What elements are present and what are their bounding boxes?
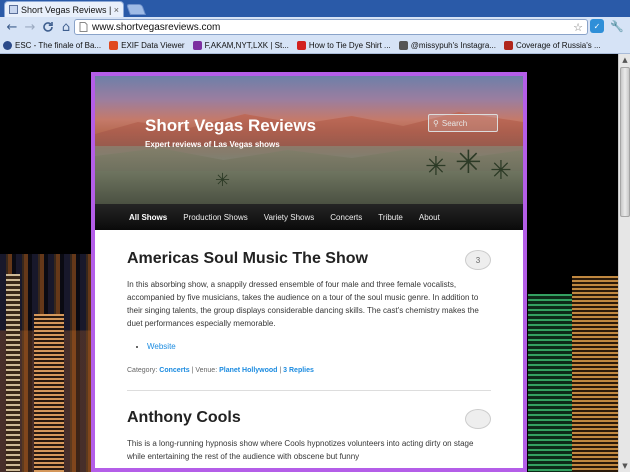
main-content: Americas Soul Music The Show 3 In this a… bbox=[95, 230, 523, 463]
nav-all-shows[interactable]: All Shows bbox=[121, 204, 175, 230]
joshua-tree-icon: ✳ bbox=[215, 170, 231, 191]
address-bar[interactable]: www.shortvegasreviews.com ☆ bbox=[74, 19, 588, 35]
post-article: Americas Soul Music The Show 3 In this a… bbox=[127, 250, 491, 391]
extension-icon[interactable]: ✓ bbox=[590, 19, 604, 33]
bookmark-item[interactable]: How to Tie Dye Shirt ... bbox=[296, 40, 391, 50]
tab-title: Short Vegas Reviews | Expert bbox=[21, 4, 111, 15]
venue-link[interactable]: Planet Hollywood bbox=[219, 367, 277, 374]
post-excerpt: This is a long-running hypnosis show whe… bbox=[127, 439, 474, 461]
nav-concerts[interactable]: Concerts bbox=[322, 204, 370, 230]
joshua-tree-icon: ✳ bbox=[455, 143, 482, 181]
tab-close-icon[interactable]: × bbox=[114, 5, 119, 15]
youtube-icon bbox=[296, 40, 306, 50]
search-icon: ⚲ bbox=[433, 118, 439, 128]
page-scrollbar[interactable]: ▲ ▼ bbox=[618, 54, 630, 472]
bookmark-item[interactable]: EXIF Data Viewer bbox=[109, 40, 185, 50]
background-city-image bbox=[0, 254, 92, 472]
comment-count-bubble[interactable] bbox=[465, 409, 491, 429]
home-icon[interactable]: ⌂ bbox=[58, 19, 74, 35]
bookmark-star-icon[interactable]: ☆ bbox=[573, 21, 583, 34]
joshua-tree-icon: ✳ bbox=[425, 152, 447, 182]
url-text: www.shortvegasreviews.com bbox=[92, 21, 221, 33]
bookmarks-bar: ESC - The finale of Ba... EXIF Data View… bbox=[0, 37, 630, 54]
bookmark-item[interactable]: ESC - The finale of Ba... bbox=[3, 40, 101, 50]
reload-icon[interactable] bbox=[40, 19, 56, 35]
comment-count-bubble[interactable]: 3 bbox=[465, 250, 491, 270]
venue-label: | Venue: bbox=[189, 367, 220, 374]
post-title[interactable]: Anthony Cools bbox=[127, 409, 491, 427]
new-tab-button[interactable] bbox=[125, 4, 147, 15]
post-content: In this absorbing show, a snappily dress… bbox=[127, 278, 491, 353]
browser-tab[interactable]: Short Vegas Reviews | Expert × bbox=[4, 1, 124, 17]
site-title[interactable]: Short Vegas Reviews bbox=[145, 116, 316, 136]
yahoo-icon bbox=[192, 40, 202, 50]
nav-about[interactable]: About bbox=[411, 204, 448, 230]
browser-chrome: Short Vegas Reviews | Expert × ← → ⌂ www… bbox=[0, 0, 630, 54]
forward-arrow-icon[interactable]: → bbox=[22, 19, 38, 35]
bookmark-item[interactable]: Coverage of Russia's ... bbox=[503, 40, 601, 50]
site-description: Expert reviews of Las Vegas shows bbox=[145, 140, 280, 149]
exif-icon bbox=[109, 40, 119, 50]
page-viewport: ✳ ✳ ✳ ✳ Short Vegas Reviews Expert revie… bbox=[0, 54, 630, 472]
nav-production-shows[interactable]: Production Shows bbox=[175, 204, 255, 230]
browser-toolbar: ← → ⌂ www.shortvegasreviews.com ☆ bbox=[0, 17, 630, 37]
page-icon bbox=[79, 22, 88, 32]
globe-icon bbox=[3, 40, 12, 50]
main-nav: All Shows Production Shows Variety Shows… bbox=[95, 204, 523, 230]
post-meta: Category: Concerts | Venue: Planet Holly… bbox=[127, 367, 491, 391]
site-header-banner: ✳ ✳ ✳ ✳ Short Vegas Reviews Expert revie… bbox=[95, 76, 523, 204]
tab-strip: Short Vegas Reviews | Expert × bbox=[0, 0, 630, 17]
bookmark-item[interactable]: F,AKAM,NYT,LXK | St... bbox=[192, 40, 289, 50]
nav-variety-shows[interactable]: Variety Shows bbox=[256, 204, 323, 230]
replies-link[interactable]: 3 Replies bbox=[283, 367, 314, 374]
news-icon bbox=[503, 40, 513, 50]
category-label: Category: bbox=[127, 367, 160, 374]
site-page: ✳ ✳ ✳ ✳ Short Vegas Reviews Expert revie… bbox=[91, 72, 527, 472]
site-favicon-icon bbox=[9, 5, 18, 14]
back-arrow-icon[interactable]: ← bbox=[4, 19, 20, 35]
wrench-icon[interactable]: 🔧 bbox=[610, 19, 624, 33]
scroll-down-arrow-icon[interactable]: ▼ bbox=[620, 461, 630, 471]
post-title[interactable]: Americas Soul Music The Show bbox=[127, 250, 491, 268]
website-link[interactable]: Website bbox=[147, 342, 176, 351]
category-link[interactable]: Concerts bbox=[159, 367, 189, 374]
background-city-image bbox=[528, 276, 618, 472]
post-links: Website bbox=[147, 340, 491, 353]
bookmark-item[interactable]: @missypuh's Instagra... bbox=[398, 40, 496, 50]
post-article: Anthony Cools This is a long-running hyp… bbox=[127, 409, 491, 463]
post-excerpt: In this absorbing show, a snappily dress… bbox=[127, 280, 479, 328]
scroll-up-arrow-icon[interactable]: ▲ bbox=[620, 55, 630, 65]
nav-tribute[interactable]: Tribute bbox=[370, 204, 411, 230]
list-item: Website bbox=[147, 340, 491, 353]
post-content: This is a long-running hypnosis show whe… bbox=[127, 437, 491, 463]
search-input[interactable] bbox=[441, 118, 494, 128]
scrollbar-thumb[interactable] bbox=[620, 67, 630, 217]
joshua-tree-icon: ✳ bbox=[490, 156, 512, 186]
search-box[interactable]: ⚲ bbox=[428, 114, 498, 132]
instagram-icon bbox=[398, 40, 408, 50]
